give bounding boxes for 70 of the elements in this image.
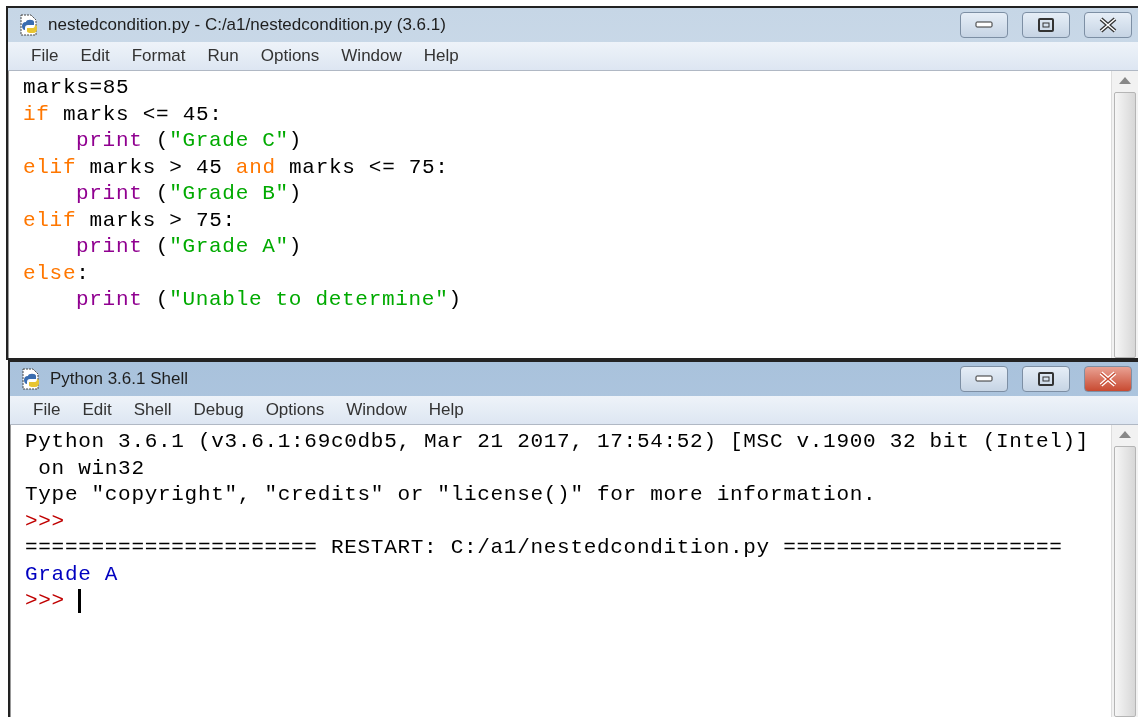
code-token: else [23,260,77,287]
code-token: ( [154,128,170,154]
code-token: print [76,287,143,313]
code-token: "Unable to determine" [169,287,449,313]
menu-item[interactable]: Window [330,44,413,68]
code-token: marks > 75: [88,207,236,234]
menu-item[interactable]: Options [254,398,336,422]
code-token: ) [448,287,462,313]
menu-item[interactable]: Debug [182,398,255,422]
code-token: marks <= 75: [288,154,449,181]
menu-item[interactable]: Options [249,44,331,68]
shell-line: ====================== RESTART: C:/a1/nestedcondition.py ===================== [25,535,1063,561]
shell-line: Grade A [25,561,119,588]
code-token: marks=85 [23,75,130,101]
code-token: print [76,234,143,260]
code-token: "Grade A" [169,234,289,260]
code-token: marks <= 45: [61,101,223,128]
menu-item[interactable]: Run [196,44,250,68]
menu-item[interactable]: Format [120,44,197,68]
menu-item[interactable]: Help [412,44,470,68]
scroll-up-icon [1119,431,1131,438]
menu-item[interactable]: Edit [69,44,121,68]
code-token: ( [154,181,170,207]
menu-item[interactable]: Edit [71,398,123,422]
scroll-thumb[interactable] [1114,446,1136,717]
code-token: ) [288,128,303,154]
scroll-thumb[interactable] [1114,92,1136,358]
maximize-button[interactable] [1022,12,1070,38]
minimize-button[interactable] [960,12,1008,38]
code-token: and [235,154,276,181]
code-token: if [23,101,50,128]
minimize-icon [975,21,993,29]
code-token: "Grade B" [169,181,289,207]
code-token: ) [288,181,303,207]
code-token: "Grade C" [169,128,289,154]
shell-line: Type "copyright", "credits" or "license()" for more information. [25,482,877,508]
minimize-icon [975,375,993,383]
close-icon [1099,17,1117,33]
python-file-icon [20,368,42,390]
menu-item[interactable]: File [20,44,70,68]
scrollbar[interactable] [1111,71,1138,358]
close-button[interactable] [1084,12,1132,38]
code-token: : [76,260,90,287]
menu-item[interactable]: Window [335,398,418,422]
window-title: Python 3.6.1 Shell [50,369,189,389]
maximize-icon [1038,372,1054,386]
menu-item[interactable]: File [22,398,72,422]
maximize-icon [1038,18,1054,32]
scrollbar[interactable] [1111,425,1138,717]
window-title: nestedcondition.py - C:/a1/nestedcondition.py (3.6.1) [48,15,447,35]
close-icon [1099,371,1117,387]
code-token: ( [154,287,170,313]
menu-item[interactable]: Help [417,398,475,422]
code-token: ) [288,234,303,260]
shell-line: Python 3.6.1 (v3.6.1:69c0db5, Mar 21 2017, 17:54:52) [MSC v.1900 32 bit (Intel)] [25,429,1090,455]
maximize-button[interactable] [1022,366,1070,392]
shell-line: >>> [25,588,65,614]
shell-line: on win32 [37,455,145,482]
python-file-icon [18,14,40,36]
code-token: elif [23,207,77,234]
close-button[interactable] [1084,366,1132,392]
code-token: ( [154,234,170,260]
code-token: print [76,181,143,207]
minimize-button[interactable] [960,366,1008,392]
menu-item[interactable]: Shell [122,398,183,422]
shell-line: >>> [25,508,65,535]
code-token: elif [23,154,77,181]
code-token: marks > 45 [88,154,224,181]
scroll-up-icon [1119,77,1131,84]
code-token: print [76,128,143,154]
